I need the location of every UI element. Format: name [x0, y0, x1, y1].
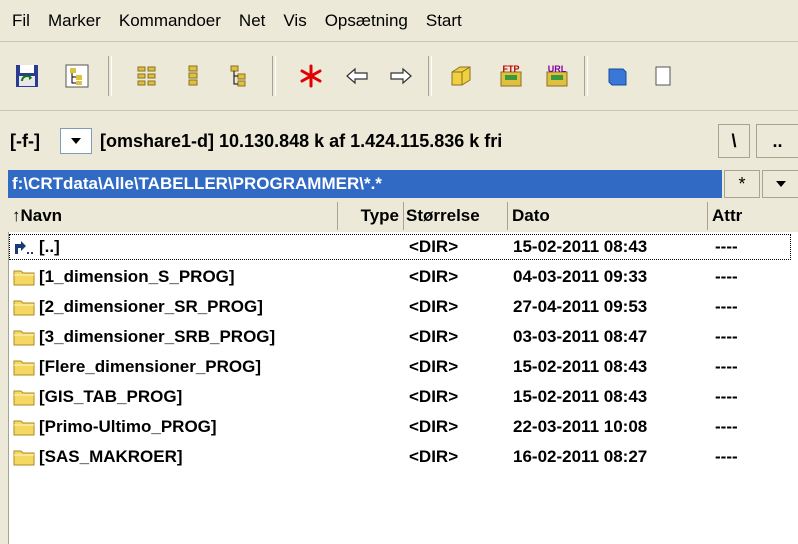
file-row[interactable]: [Primo-Ultimo_PROG] <DIR> 22-03-2011 10:… — [9, 414, 798, 440]
column-header-row: ↑Navn Type Størrelse Dato Attr — [8, 202, 798, 230]
folder-icon — [13, 300, 35, 316]
file-attr: ---- — [715, 297, 738, 316]
file-row[interactable]: [3_dimensioner_SRB_PROG] <DIR> 03-03-201… — [9, 324, 798, 350]
file-name: [1_dimension_S_PROG] — [39, 267, 235, 286]
column-header-attr[interactable]: Attr — [708, 202, 798, 230]
folder-icon — [13, 450, 35, 466]
full-view-icon[interactable] — [176, 58, 210, 94]
filter-icon[interactable] — [294, 58, 328, 94]
file-date: 16-02-2011 08:27 — [513, 447, 648, 466]
drive-label[interactable]: [-f-] — [10, 129, 40, 153]
file-name: [..] — [39, 237, 60, 256]
folder-icon — [13, 270, 35, 286]
parent-dir-button[interactable]: .. — [756, 124, 798, 158]
file-row[interactable]: [GIS_TAB_PROG] <DIR> 15-02-2011 08:43 --… — [9, 384, 798, 410]
menu-net[interactable]: Net — [230, 0, 274, 42]
folder-icon — [13, 360, 35, 376]
menu-marker[interactable]: Marker — [39, 0, 110, 42]
back-icon[interactable] — [340, 58, 374, 94]
menu-bar: Fil Marker Kommandoer Net Vis Opsætning … — [0, 0, 798, 42]
file-attr: ---- — [715, 357, 738, 376]
archive-icon[interactable] — [444, 58, 478, 94]
forward-icon[interactable] — [384, 58, 418, 94]
file-attr: ---- — [715, 387, 738, 406]
file-size: <DIR> — [409, 327, 459, 346]
column-header-size[interactable]: Størrelse — [404, 202, 508, 230]
url-icon[interactable]: URL — [540, 58, 574, 94]
file-date: 15-02-2011 08:43 — [513, 357, 648, 376]
chevron-down-icon — [71, 138, 81, 144]
file-date: 15-02-2011 08:43 — [513, 387, 648, 406]
column-header-type[interactable]: Type — [338, 202, 404, 230]
brief-view-icon[interactable] — [130, 58, 164, 94]
svg-text:FTP: FTP — [503, 64, 520, 74]
drive-info: [omshare1-d] 10.130.848 k af 1.424.115.8… — [100, 131, 503, 151]
tree-icon[interactable] — [60, 58, 94, 94]
drive-dropdown-button[interactable] — [60, 128, 92, 154]
file-row-parent[interactable]: [..] <DIR> 15-02-2011 08:43 ---- — [9, 234, 791, 260]
file-size: <DIR> — [409, 237, 459, 256]
file-attr: ---- — [715, 327, 738, 346]
menu-opsaetning[interactable]: Opsætning — [316, 0, 417, 42]
svg-text:URL: URL — [548, 64, 567, 74]
ftp-icon[interactable]: FTP — [494, 58, 528, 94]
notepad-icon[interactable] — [646, 58, 680, 94]
file-name: [2_dimensioner_SR_PROG] — [39, 297, 263, 316]
file-date: 04-03-2011 09:33 — [513, 267, 648, 286]
toolbar: FTP URL — [0, 44, 798, 111]
menu-start[interactable]: Start — [417, 0, 471, 42]
file-list[interactable]: [..] <DIR> 15-02-2011 08:43 ---- [1_dime… — [8, 232, 798, 544]
file-date: 03-03-2011 08:47 — [513, 327, 648, 346]
file-name: [Primo-Ultimo_PROG] — [39, 417, 217, 436]
filter-button[interactable]: * — [724, 170, 760, 198]
file-row[interactable]: [Flere_dimensioner_PROG] <DIR> 15-02-201… — [9, 354, 798, 380]
folder-icon — [13, 420, 35, 436]
file-attr: ---- — [715, 417, 738, 436]
menu-vis[interactable]: Vis — [274, 0, 315, 42]
file-row[interactable]: [1_dimension_S_PROG] <DIR> 04-03-2011 09… — [9, 264, 798, 290]
tree-view-icon[interactable] — [222, 58, 256, 94]
current-path[interactable]: f:\CRTdata\Alle\TABELLER\PROGRAMMER\*.* — [8, 170, 722, 198]
file-row[interactable]: [2_dimensioner_SR_PROG] <DIR> 27-04-2011… — [9, 294, 798, 320]
file-name: [GIS_TAB_PROG] — [39, 387, 183, 406]
parent-dir-icon — [15, 241, 33, 254]
file-date: 27-04-2011 09:53 — [513, 297, 648, 316]
folder-icon — [13, 390, 35, 406]
root-dir-button[interactable]: \ — [718, 124, 750, 158]
file-size: <DIR> — [409, 297, 459, 316]
file-name: [SAS_MAKROER] — [39, 447, 183, 466]
file-date: 22-03-2011 10:08 — [513, 417, 648, 436]
chevron-down-icon — [775, 181, 786, 187]
menu-fil[interactable]: Fil — [8, 0, 39, 42]
notes-icon[interactable] — [600, 58, 634, 94]
file-date: 15-02-2011 08:43 — [513, 237, 648, 256]
file-attr: ---- — [715, 267, 738, 286]
file-row[interactable]: [SAS_MAKROER] <DIR> 16-02-2011 08:27 ---… — [9, 444, 798, 470]
history-dropdown-button[interactable] — [762, 170, 798, 198]
file-attr: ---- — [715, 237, 738, 256]
file-size: <DIR> — [409, 267, 459, 286]
file-name: [Flere_dimensioner_PROG] — [39, 357, 262, 376]
file-size: <DIR> — [409, 387, 459, 406]
drive-bar: [-f-] [omshare1-d] 10.130.848 k af 1.424… — [0, 118, 798, 166]
file-size: <DIR> — [409, 357, 459, 376]
file-size: <DIR> — [409, 447, 459, 466]
folder-icon — [13, 330, 35, 346]
column-header-name[interactable]: ↑Navn — [8, 202, 338, 230]
refresh-icon[interactable] — [10, 58, 44, 94]
file-size: <DIR> — [409, 417, 459, 436]
path-bar: f:\CRTdata\Alle\TABELLER\PROGRAMMER\*.* … — [0, 170, 798, 200]
column-header-date[interactable]: Dato — [508, 202, 708, 230]
menu-kommandoer[interactable]: Kommandoer — [110, 0, 230, 42]
file-name: [3_dimensioner_SRB_PROG] — [39, 327, 276, 346]
file-attr: ---- — [715, 447, 738, 466]
